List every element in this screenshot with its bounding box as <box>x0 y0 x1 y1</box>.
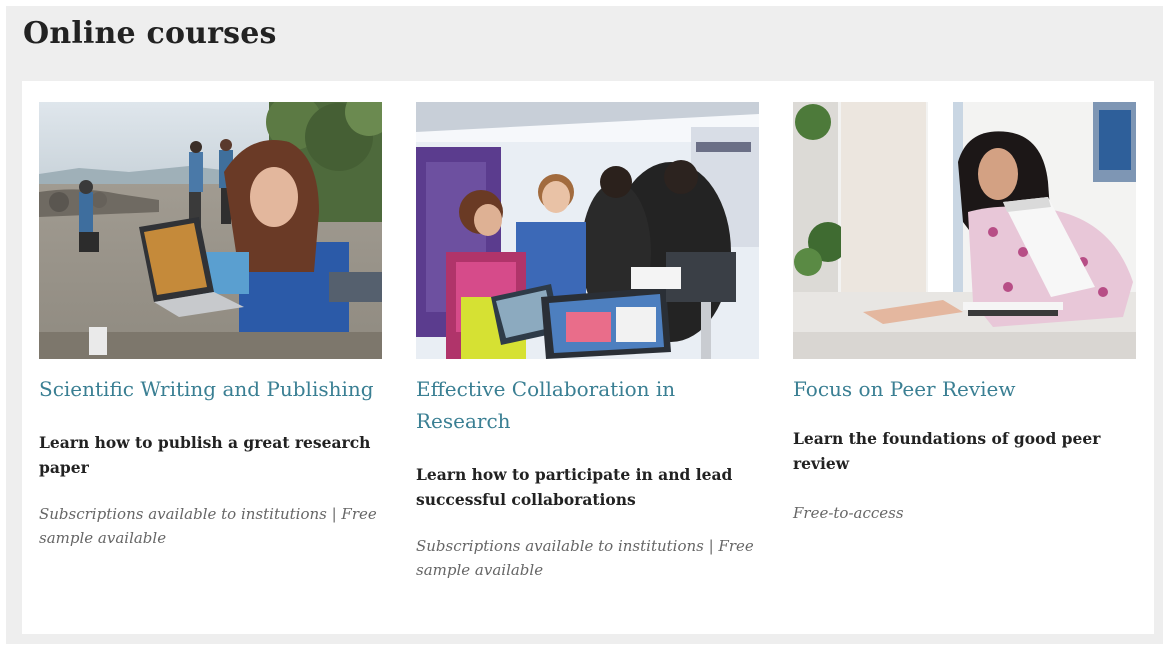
course-title-link[interactable]: Scientific Writing and Publishing <box>39 373 382 405</box>
course-image-peer-review[interactable] <box>793 102 1136 359</box>
course-title-link[interactable]: Focus on Peer Review <box>793 373 1136 405</box>
section-title: Online courses <box>23 16 277 51</box>
course-card-effective-collaboration: Effective Collaboration in Research Lear… <box>416 102 759 582</box>
course-title-link[interactable]: Effective Collaboration in Research <box>416 373 759 437</box>
course-access-info: Subscriptions available to institutions … <box>416 537 754 579</box>
course-description: Learn how to participate in and lead suc… <box>416 465 733 509</box>
course-card-scientific-writing: Scientific Writing and Publishing Learn … <box>39 102 382 550</box>
course-description: Learn the foundations of good peer revie… <box>793 429 1101 473</box>
course-image-effective-collaboration[interactable] <box>416 102 759 359</box>
course-image-scientific-writing[interactable] <box>39 102 382 359</box>
courses-panel: Scientific Writing and Publishing Learn … <box>22 81 1154 634</box>
online-courses-section: Online courses Scientific Writing and Pu… <box>6 6 1163 644</box>
course-access-info: Subscriptions available to institutions … <box>39 505 377 547</box>
course-access-info: Free-to-access <box>793 504 904 522</box>
course-card-peer-review: Focus on Peer Review Learn the foundatio… <box>793 102 1136 525</box>
course-description: Learn how to publish a great research pa… <box>39 433 371 477</box>
